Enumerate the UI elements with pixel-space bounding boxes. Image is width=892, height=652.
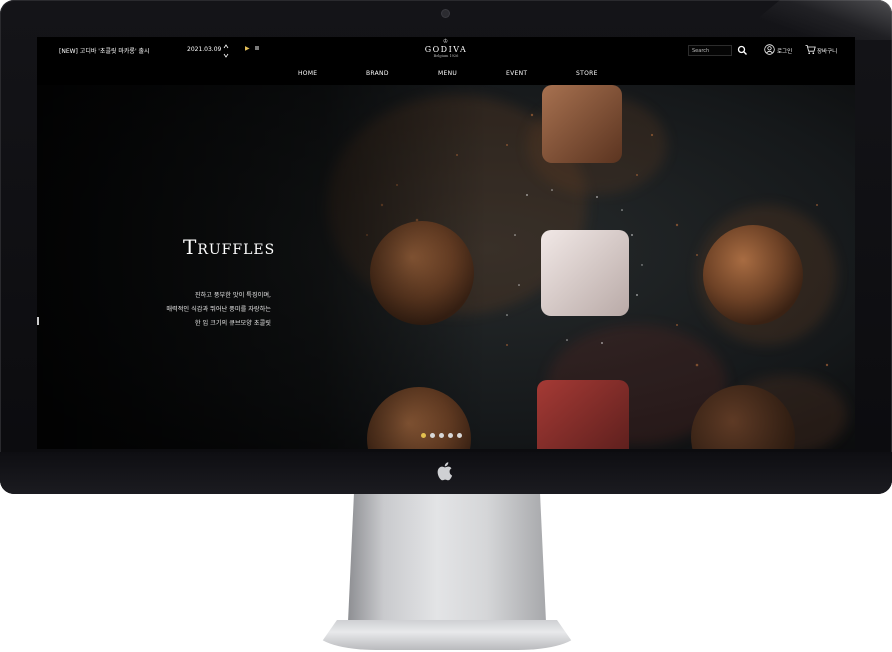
nav-event[interactable]: EVENT — [506, 70, 527, 77]
screen-glare — [732, 0, 892, 40]
hero-title: Truffles — [183, 235, 276, 259]
monitor-stand-base — [316, 620, 578, 650]
browser-screen: [NEW] 고디바 '초콜릿 마카롱' 출시 2021.03.09 ▶ ♔ GO… — [37, 37, 855, 449]
hero-slider[interactable]: Truffles 진하고 풍부한 맛이 특징이며, 매력적인 식감과 뛰어난 풍… — [37, 85, 855, 449]
news-ticker-date: 2021.03.09 — [187, 46, 222, 53]
cart-icon[interactable] — [805, 44, 816, 55]
nav-home[interactable]: HOME — [298, 70, 317, 77]
login-link[interactable]: 로그인 — [777, 47, 792, 55]
nav-menu[interactable]: MENU — [438, 70, 457, 77]
monitor-stand — [348, 494, 546, 622]
slide-dot-2[interactable] — [430, 433, 435, 438]
news-ticker-text[interactable]: [NEW] 고디바 '초콜릿 마카롱' 출시 — [59, 46, 150, 55]
top-bar: [NEW] 고디바 '초콜릿 마카롱' 출시 2021.03.09 ▶ ♔ GO… — [37, 37, 855, 65]
slide-dot-1[interactable] — [421, 433, 426, 438]
prev-slide-handle[interactable] — [37, 317, 39, 325]
godiva-logo[interactable]: ♔ GODIVA Belgium 1926 — [424, 39, 468, 65]
camera-icon — [442, 10, 449, 17]
logo-tagline: Belgium 1926 — [433, 54, 459, 58]
slide-dot-5[interactable] — [457, 433, 462, 438]
stop-icon[interactable] — [255, 46, 259, 50]
search-input[interactable]: Search — [688, 45, 732, 56]
hero-desc-line: 진하고 풍부한 맛이 특징이며, — [194, 292, 271, 299]
nav-store[interactable]: STORE — [576, 70, 598, 77]
user-icon[interactable] — [764, 44, 775, 55]
apple-logo-icon — [437, 462, 453, 481]
slide-dot-3[interactable] — [439, 433, 444, 438]
hero-desc-line: 한 입 크기의 큐브모양 초콜릿 — [194, 320, 271, 327]
cart-link[interactable]: 장바구니 — [817, 47, 837, 55]
logo-wordmark: GODIVA — [424, 45, 468, 54]
hero-desc-line: 매력적인 식감과 뛰어난 풍미를 자랑하는 — [166, 306, 271, 313]
monitor-frame: [NEW] 고디바 '초콜릿 마카롱' 출시 2021.03.09 ▶ ♔ GO… — [0, 0, 892, 494]
hero-description: 진하고 풍부한 맛이 특징이며, 매력적인 식감과 뛰어난 풍미를 자랑하는 한… — [166, 289, 271, 331]
slide-dot-4[interactable] — [448, 433, 453, 438]
play-icon[interactable]: ▶ — [245, 45, 250, 52]
main-nav: HOME BRAND MENU EVENT STORE — [37, 65, 855, 85]
nav-brand[interactable]: BRAND — [366, 70, 389, 77]
ticker-up-down-icon[interactable] — [223, 42, 229, 60]
slide-pagination — [421, 433, 466, 439]
search-icon[interactable] — [737, 45, 748, 56]
hero-image — [37, 85, 855, 449]
